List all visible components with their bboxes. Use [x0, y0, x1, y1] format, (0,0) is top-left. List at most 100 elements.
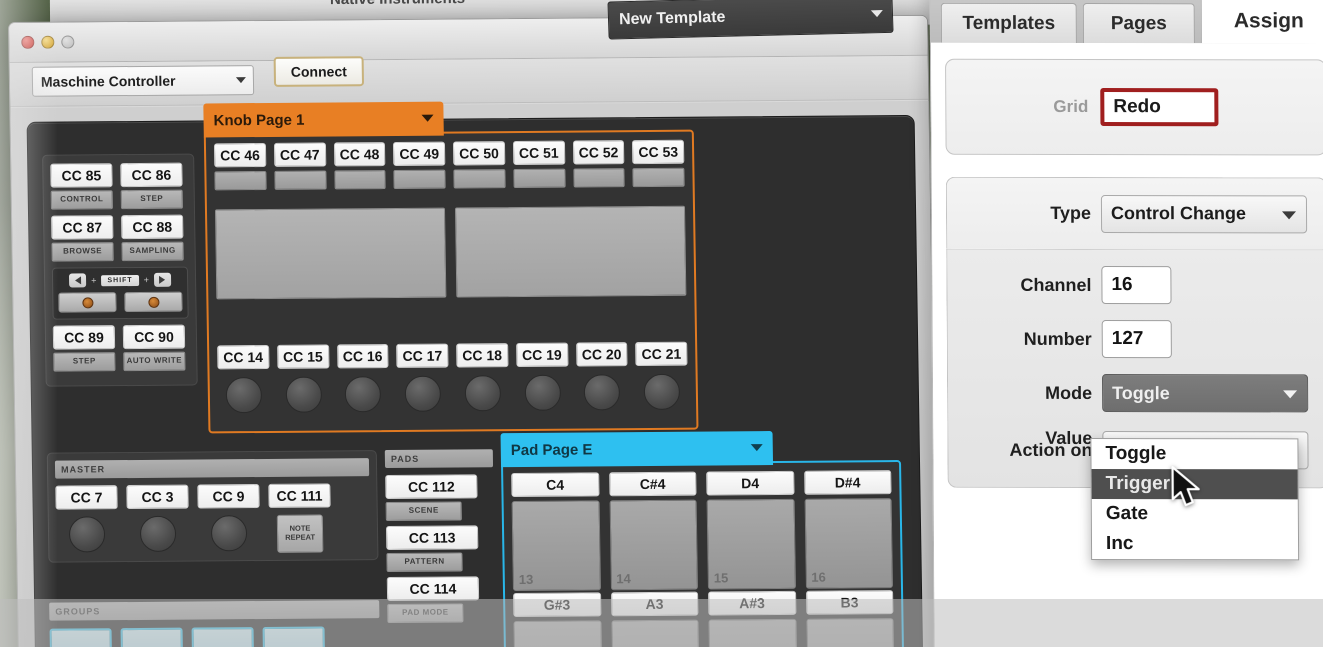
knob-icon[interactable]	[225, 377, 263, 414]
zoom-button-icon[interactable]	[61, 35, 75, 49]
knob-slot[interactable]: CC 51	[512, 140, 566, 189]
knob-control[interactable]: CC 14	[217, 344, 270, 414]
pad-button[interactable]: D4 15	[706, 470, 796, 590]
function-label: PAD MODE	[387, 603, 464, 624]
note-repeat-button[interactable]: NOTE REPEAT	[276, 514, 324, 553]
knob-slot[interactable]: CC 50	[452, 141, 506, 189]
cc-label: CC 87	[51, 215, 114, 240]
control-cc88[interactable]: CC 88 SAMPLING	[121, 214, 184, 262]
number-label: Number	[1023, 328, 1092, 349]
knob-control[interactable]: CC 21	[635, 341, 688, 411]
control-cc86[interactable]: CC 86 STEP	[120, 162, 183, 210]
control-cc85[interactable]: CC 85 CONTROL	[50, 163, 113, 210]
knob-icon[interactable]	[210, 515, 248, 552]
pads-control-cc114[interactable]: CC 114 PAD MODE	[386, 576, 496, 624]
arrow-left-icon[interactable]	[69, 273, 87, 288]
pad-button[interactable]: G#3	[513, 592, 603, 647]
knob-icon[interactable]	[643, 373, 681, 411]
knob-icon[interactable]	[583, 374, 621, 411]
pad-face[interactable]: 15	[706, 498, 796, 590]
pad-face[interactable]	[708, 618, 798, 647]
knob-control[interactable]: CC 17	[396, 343, 449, 412]
pad-face[interactable]	[513, 620, 603, 647]
master-control-cc7[interactable]: CC 7	[55, 485, 118, 554]
knob-slot[interactable]: CC 48	[333, 142, 386, 190]
template-dropdown[interactable]: New Template	[607, 0, 894, 40]
arrow-right-icon[interactable]	[153, 272, 172, 287]
pad-face[interactable]: 16	[804, 498, 894, 589]
pads-control-cc113[interactable]: CC 113 PATTERN	[385, 525, 495, 573]
knob-slot[interactable]: CC 49	[393, 141, 446, 189]
knob-slot[interactable]: CC 52	[572, 140, 625, 188]
pad-face[interactable]: 13	[511, 500, 601, 592]
knob-slot[interactable]: CC 47	[273, 142, 327, 190]
tab-assign[interactable]: Assign	[1200, 0, 1323, 44]
cc-label: CC 89	[52, 325, 116, 350]
knob-slot[interactable]: CC 46	[213, 142, 267, 191]
group-button-b[interactable]	[120, 627, 184, 647]
knob-page-tab[interactable]: Knob Page 1	[203, 101, 444, 138]
minimize-button-icon[interactable]	[41, 35, 55, 49]
tab-pages[interactable]: Pages	[1082, 3, 1195, 44]
group-button-c[interactable]	[191, 627, 255, 647]
control-cc89[interactable]: CC 89 STEP	[52, 325, 116, 372]
pad-button[interactable]: C4 13	[511, 472, 601, 592]
knob-icon[interactable]	[404, 375, 442, 412]
pad-button[interactable]: D#4 16	[803, 470, 894, 589]
master-control-cc9[interactable]: CC 9	[197, 484, 260, 553]
encoder-dot-icon	[147, 296, 160, 308]
knob-control[interactable]: CC 19	[515, 342, 569, 411]
knob-control[interactable]: CC 15	[276, 344, 330, 413]
pad-page-tab[interactable]: Pad Page E	[500, 430, 774, 468]
mode-select[interactable]: Toggle	[1101, 374, 1309, 413]
group-button-a[interactable]	[49, 628, 113, 647]
encoder-left[interactable]	[58, 292, 117, 313]
device-select[interactable]: Maschine Controller	[31, 65, 255, 97]
channel-input[interactable]: 16	[1101, 266, 1172, 305]
knob-icon[interactable]	[524, 374, 561, 411]
mode-option-inc[interactable]: Inc	[1092, 529, 1298, 559]
knob-bottom-row: CC 14 CC 15 CC 16 CC 17 CC 18 CC 19 CC 2…	[217, 341, 688, 414]
pad-face[interactable]: 14	[609, 499, 699, 591]
knob-icon[interactable]	[285, 376, 322, 413]
knob-icon[interactable]	[68, 516, 106, 553]
grid-name-input[interactable]: Redo	[1100, 88, 1219, 127]
number-input[interactable]: 127	[1101, 320, 1172, 359]
master-control-cc3[interactable]: CC 3	[126, 484, 189, 554]
pad-face[interactable]	[610, 619, 700, 647]
mode-option-toggle[interactable]: Toggle	[1091, 439, 1297, 469]
pad-note-label: C4	[511, 472, 600, 498]
encoder-right[interactable]	[124, 291, 183, 313]
pad-number: 13	[518, 571, 534, 587]
shift-label: SHIFT	[101, 274, 139, 286]
knob-control[interactable]: CC 18	[456, 343, 509, 412]
pad-note-label: D4	[706, 470, 795, 496]
knob-icon[interactable]	[464, 375, 502, 412]
pad-button[interactable]: A3	[610, 591, 700, 647]
pad-button[interactable]: C#4 14	[608, 471, 699, 591]
slot-box	[274, 170, 327, 190]
control-cc90[interactable]: CC 90 AUTO WRITE	[122, 324, 186, 372]
connect-button[interactable]: Connect	[273, 56, 365, 87]
pads-control-cc112[interactable]: CC 112 SCENE	[385, 474, 494, 522]
knob-control[interactable]: CC 20	[575, 342, 629, 411]
type-select[interactable]: Control Change	[1100, 194, 1308, 233]
pad-button[interactable]: A#3	[708, 590, 798, 647]
knob-icon[interactable]	[139, 515, 177, 552]
left-row-2: CC 87 BROWSE CC 88 SAMPLING	[51, 214, 188, 262]
pad-button[interactable]: B3	[805, 590, 895, 647]
pad-face[interactable]	[805, 618, 895, 647]
knob-slot[interactable]: CC 53	[632, 139, 685, 188]
master-control-cc111[interactable]: CC 111 NOTE REPEAT	[268, 483, 331, 553]
cc-label: CC 111	[268, 483, 331, 508]
pads-section-header: PADS	[384, 449, 494, 469]
knob-control[interactable]: CC 16	[336, 344, 390, 413]
plus-symbol: +	[91, 275, 97, 286]
control-cc87[interactable]: CC 87 BROWSE	[51, 215, 114, 262]
close-button-icon[interactable]	[21, 35, 35, 49]
group-button-d[interactable]	[262, 626, 326, 647]
knob-icon[interactable]	[344, 376, 382, 413]
slot-box	[453, 169, 506, 189]
tab-templates[interactable]: Templates	[940, 2, 1077, 44]
master-controls: CC 7 CC 3 CC 9 CC 111 NOTE REPEAT	[55, 483, 370, 554]
